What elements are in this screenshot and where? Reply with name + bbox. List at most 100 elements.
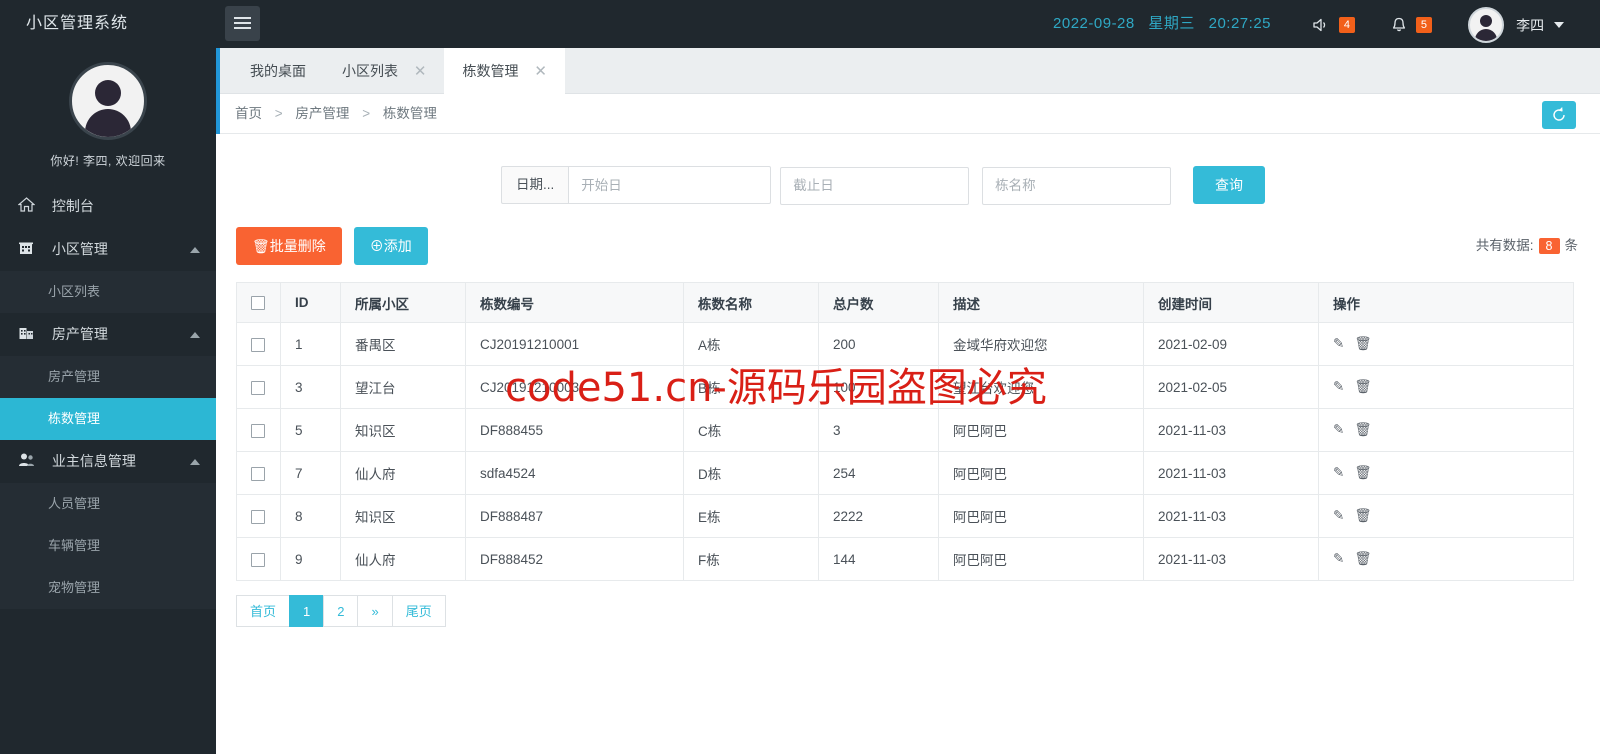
breadcrumb-item-home[interactable]: 首页 — [235, 106, 262, 121]
row-checkbox[interactable] — [251, 380, 265, 395]
bulk-delete-button[interactable]: 🗑批量删除 — [236, 227, 342, 265]
bell-icon — [1390, 16, 1412, 32]
cell-id: 5 — [280, 408, 341, 452]
table-row[interactable]: 3 望江台 CJ20191210003 B栋 100 望江台欢迎您 2021-0… — [236, 365, 1574, 409]
building-name-input[interactable] — [982, 166, 1172, 205]
breadcrumb: 首页 > 房产管理 > 栋数管理 — [235, 94, 437, 134]
tab-community-list[interactable]: 小区列表 ✕ — [324, 48, 444, 94]
cell-created: 2021-11-03 — [1143, 537, 1319, 581]
cell-desc: 阿巴阿巴 — [938, 537, 1144, 581]
table-row[interactable]: 8 知识区 DF888487 E栋 2222 阿巴阿巴 2021-11-03 ✎… — [236, 494, 1574, 538]
date-range-group: 日期... — [501, 166, 772, 204]
delete-icon[interactable]: 🗑 — [1354, 336, 1371, 351]
pagination-first[interactable]: 首页 — [236, 595, 290, 627]
th-operation: 操作 — [1318, 282, 1574, 323]
tab-building-mgmt[interactable]: 栋数管理 ✕ — [444, 48, 565, 94]
cell-id: 3 — [280, 365, 341, 409]
pagination-page-2[interactable]: 2 — [323, 595, 358, 627]
sidebar-item-community-list[interactable]: 小区列表 — [0, 271, 216, 313]
sidebar-item-person-mgmt[interactable]: 人员管理 — [0, 483, 216, 525]
start-date-input[interactable] — [568, 166, 772, 204]
select-all-checkbox[interactable] — [251, 296, 265, 311]
sound-notifications[interactable]: 4 — [1311, 0, 1355, 48]
cell-community: 知识区 — [340, 494, 466, 538]
avatar — [69, 62, 147, 140]
menu-toggle-icon[interactable] — [225, 6, 260, 41]
cell-desc: 阿巴阿巴 — [938, 451, 1144, 495]
pagination-last[interactable]: 尾页 — [391, 595, 446, 627]
row-checkbox[interactable] — [251, 423, 265, 438]
table-row[interactable]: 5 知识区 DF888455 C栋 3 阿巴阿巴 2021-11-03 ✎ 🗑 — [236, 408, 1574, 452]
breadcrumb-separator: > — [274, 106, 283, 121]
tab-label: 我的桌面 — [250, 63, 306, 79]
close-icon[interactable]: ✕ — [414, 63, 427, 80]
cell-community: 仙人府 — [340, 537, 466, 581]
cell-households: 3 — [818, 408, 939, 452]
cell-households: 200 — [818, 322, 939, 366]
edit-icon[interactable]: ✎ — [1333, 508, 1344, 523]
cell-select — [236, 537, 281, 581]
sidebar-item-community-mgmt[interactable]: 小区管理 — [0, 228, 216, 271]
hamburger-line — [234, 27, 251, 29]
chevron-up-icon — [190, 458, 200, 465]
tab-my-desktop[interactable]: 我的桌面 — [232, 48, 324, 94]
sidebar-item-property-mgmt[interactable]: 房产管理 — [0, 313, 216, 356]
row-checkbox[interactable] — [251, 466, 265, 481]
bell-notifications[interactable]: 5 — [1390, 0, 1432, 48]
edit-icon[interactable]: ✎ — [1333, 551, 1344, 566]
breadcrumb-item-property[interactable]: 房产管理 — [295, 106, 349, 121]
tab-label: 栋数管理 — [462, 63, 519, 79]
refresh-icon — [1553, 107, 1565, 121]
cell-code: DF888452 — [465, 537, 684, 581]
sidebar-item-pet-mgmt[interactable]: 宠物管理 — [0, 567, 216, 609]
cell-operations: ✎ 🗑 — [1318, 408, 1574, 452]
refresh-button[interactable] — [1542, 101, 1576, 129]
avatar-head-icon — [95, 80, 121, 106]
table-row[interactable]: 7 仙人府 sdfa4524 D栋 254 阿巴阿巴 2021-11-03 ✎ 🗑 — [236, 451, 1574, 495]
cell-created: 2021-11-03 — [1143, 494, 1319, 538]
avatar-head-icon — [1480, 15, 1493, 28]
sidebar-item-building-mgmt[interactable]: 栋数管理 — [0, 398, 216, 440]
edit-icon[interactable]: ✎ — [1333, 422, 1344, 437]
add-button[interactable]: ⊕添加 — [353, 227, 428, 265]
cell-community: 望江台 — [340, 365, 466, 409]
row-checkbox[interactable] — [251, 509, 265, 524]
delete-icon[interactable]: 🗑 — [1354, 508, 1371, 523]
end-date-input[interactable] — [780, 166, 970, 205]
delete-icon[interactable]: 🗑 — [1354, 422, 1371, 437]
action-row: 🗑批量删除 ⊕添加 — [236, 227, 428, 265]
th-name: 栋数名称 — [683, 282, 819, 323]
table-row[interactable]: 9 仙人府 DF888452 F栋 144 阿巴阿巴 2021-11-03 ✎ 🗑 — [236, 537, 1574, 581]
current-weekday: 星期三 — [1148, 15, 1195, 32]
user-menu[interactable]: 李四 — [1468, 0, 1564, 48]
pagination-next[interactable]: » — [357, 595, 392, 627]
row-checkbox[interactable] — [251, 552, 265, 567]
edit-icon[interactable]: ✎ — [1333, 379, 1344, 394]
sidebar-item-owner-info-mgmt[interactable]: 业主信息管理 — [0, 440, 216, 483]
breadcrumb-bar: 首页 > 房产管理 > 栋数管理 — [216, 94, 1600, 134]
delete-icon[interactable]: 🗑 — [1354, 551, 1371, 566]
table-row[interactable]: 1 番禺区 CJ20191210001 A栋 200 金域华府欢迎您 2021-… — [236, 322, 1574, 366]
pagination-page-1[interactable]: 1 — [289, 595, 324, 627]
th-created: 创建时间 — [1143, 282, 1319, 323]
cell-created: 2021-11-03 — [1143, 408, 1319, 452]
sidebar-item-vehicle-mgmt[interactable]: 车辆管理 — [0, 525, 216, 567]
delete-icon[interactable]: 🗑 — [1354, 465, 1371, 480]
sidebar-item-property-list[interactable]: 房产管理 — [0, 356, 216, 398]
close-icon[interactable]: ✕ — [534, 63, 547, 80]
sidebar-item-dashboard[interactable]: 控制台 — [0, 185, 216, 228]
date-label: 日期... — [501, 166, 569, 204]
sidebar-item-label: 业主信息管理 — [51, 453, 136, 469]
cell-desc: 金域华府欢迎您 — [938, 322, 1144, 366]
query-button[interactable]: 查询 — [1193, 166, 1266, 204]
th-select-all — [236, 282, 281, 323]
cell-name: D栋 — [683, 451, 819, 495]
total-count-info: 共有数据: 8 条 — [1476, 234, 1578, 254]
cell-name: B栋 — [683, 365, 819, 409]
edit-icon[interactable]: ✎ — [1333, 336, 1344, 351]
delete-icon[interactable]: 🗑 — [1354, 379, 1371, 394]
sidebar-item-label: 控制台 — [51, 198, 94, 214]
row-checkbox[interactable] — [251, 337, 265, 352]
edit-icon[interactable]: ✎ — [1333, 465, 1344, 480]
home-icon — [17, 186, 40, 229]
